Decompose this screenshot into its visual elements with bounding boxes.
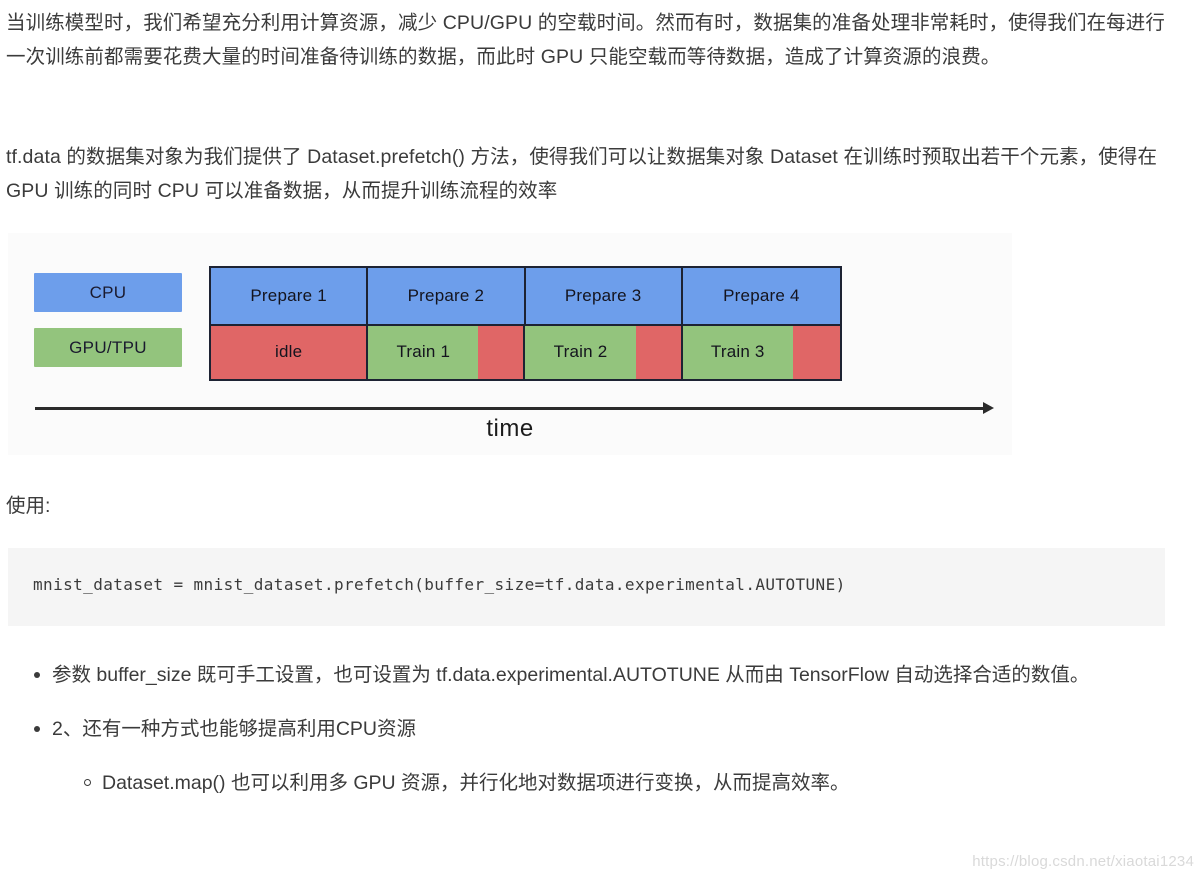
time-axis-label: time [486, 415, 534, 442]
timeline-cell-train-3: Train 3 [682, 323, 793, 379]
timeline-gpu-row: idle Train 1 Train 2 Train 3 [211, 323, 840, 379]
timeline-grid: Prepare 1 Prepare 2 Prepare 3 Prepare 4 … [209, 266, 842, 381]
bullet-circle-icon [84, 779, 91, 786]
timeline-cell-prepare-2: Prepare 2 [368, 268, 526, 324]
legend-gpu-box: GPU/TPU [34, 328, 182, 367]
prefetch-paragraph: tf.data 的数据集对象为我们提供了 Dataset.prefetch() … [6, 146, 1158, 202]
timeline-cell-idle-1: idle [211, 323, 369, 379]
list-item-label: 2、还有一种方式也能够提高利用CPU资源 [52, 718, 417, 740]
timeline-cell-prepare-4: Prepare 4 [682, 268, 840, 324]
legend-cpu-label: CPU [89, 282, 127, 302]
code-line: mnist_dataset = mnist_dataset.prefetch(b… [33, 575, 846, 594]
timeline-cell-idle-4 [792, 323, 840, 379]
timeline-cell-idle-2 [478, 323, 526, 379]
list-item-nested: Dataset.map() 也可以利用多 GPU 资源，并行化地对数据项进行变换… [0, 766, 1190, 800]
code-block: mnist_dataset = mnist_dataset.prefetch(b… [8, 548, 1165, 626]
time-axis-line [35, 407, 985, 410]
list-item-label: 参数 buffer_size 既可手工设置，也可设置为 tf.data.expe… [52, 664, 1090, 686]
timeline-cell-train-2: Train 2 [525, 323, 636, 379]
pipeline-diagram: CPU GPU/TPU Prepare 1 Prepare 2 Prepare … [8, 233, 1012, 455]
timeline-cpu-row: Prepare 1 Prepare 2 Prepare 3 Prepare 4 [211, 268, 840, 324]
timeline-cell-train-1: Train 1 [368, 323, 479, 379]
timeline-cell-prepare-1: Prepare 1 [211, 268, 369, 324]
list-item: 参数 buffer_size 既可手工设置，也可设置为 tf.data.expe… [0, 658, 1190, 692]
usage-label: 使用: [6, 495, 51, 517]
list-item: 2、还有一种方式也能够提高利用CPU资源 [0, 712, 1190, 746]
timeline-cell-idle-3 [635, 323, 683, 379]
bullet-disc-icon [34, 726, 40, 732]
list-item-label: Dataset.map() 也可以利用多 GPU 资源，并行化地对数据项进行变换… [102, 772, 850, 794]
bullet-disc-icon [34, 672, 40, 678]
csdn-watermark: https://blog.csdn.net/xiaotai1234 [972, 853, 1194, 870]
intro-paragraph: 当训练模型时，我们希望充分利用计算资源，减少 CPU/GPU 的空载时间。然而有… [6, 12, 1165, 68]
bullet-list: 参数 buffer_size 既可手工设置，也可设置为 tf.data.expe… [0, 658, 1190, 800]
legend-cpu-box: CPU [34, 273, 182, 312]
legend-gpu-label: GPU/TPU [69, 337, 147, 357]
timeline-cell-prepare-3: Prepare 3 [525, 268, 683, 324]
time-axis-arrow-icon [983, 402, 994, 414]
